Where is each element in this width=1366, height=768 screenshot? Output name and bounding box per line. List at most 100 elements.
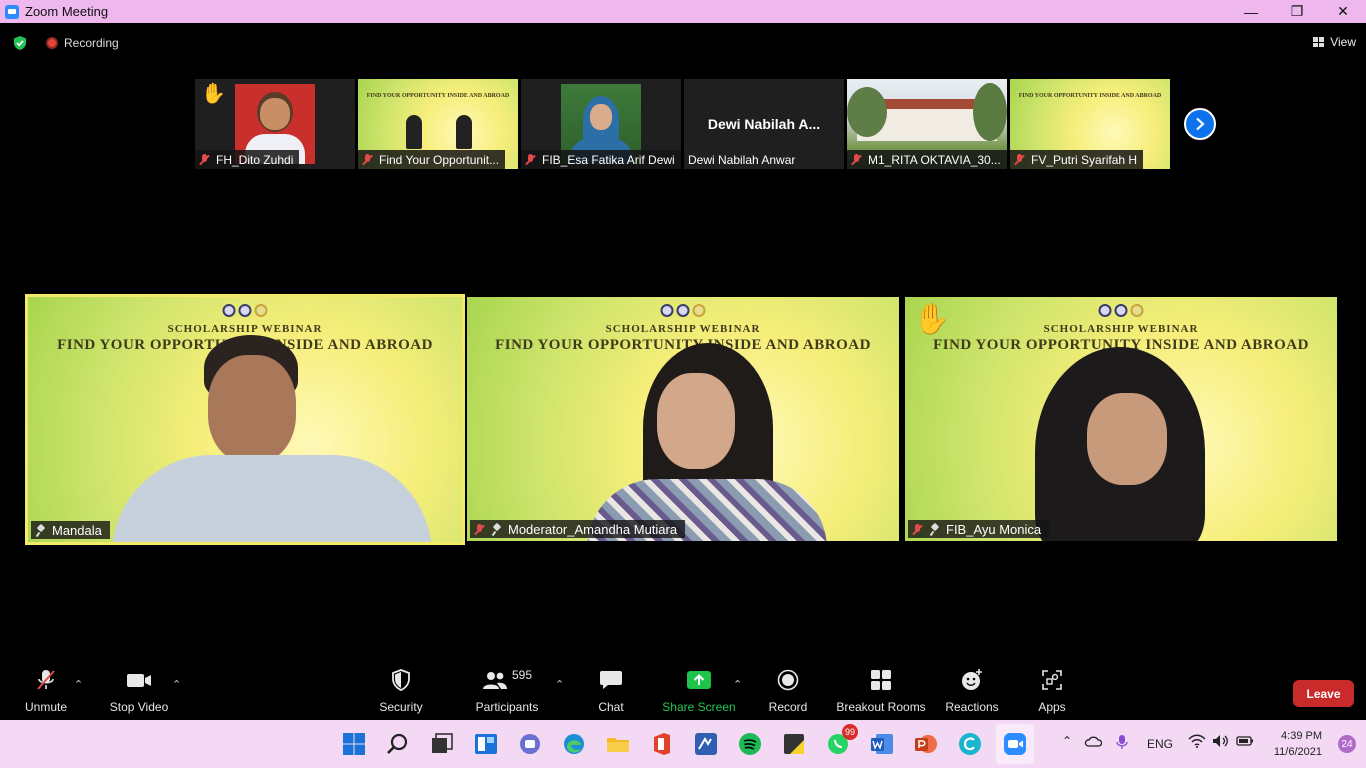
edge-browser-icon[interactable] [562, 732, 586, 756]
thumbnail-tile[interactable]: ✋ FH_Dito Zuhdi [195, 79, 355, 169]
thumbnail-label: Find Your Opportunit... [358, 150, 506, 169]
canva-icon[interactable] [958, 732, 982, 756]
onedrive-cloud-icon[interactable] [1084, 734, 1102, 748]
volume-icon[interactable] [1212, 734, 1230, 748]
office-icon[interactable] [650, 732, 674, 756]
security-button[interactable]: Security [378, 666, 424, 720]
unmute-button[interactable]: Unmute [22, 666, 70, 720]
pin-icon [929, 524, 940, 535]
pin-icon [491, 524, 502, 535]
recording-indicator[interactable]: Recording [46, 36, 119, 50]
muted-mic-icon [912, 523, 923, 535]
whatsapp-icon[interactable]: 99 [826, 724, 858, 756]
zoom-taskbar-icon[interactable] [1003, 732, 1027, 756]
meeting-top-bar: Recording View [0, 23, 1366, 63]
thumbnail-tile[interactable]: FIND YOUR OPPORTUNITY INSIDE AND ABROAD … [1010, 79, 1170, 169]
muted-mic-icon [199, 154, 210, 165]
tile-name-label: FIB_Ayu Monica [908, 520, 1050, 538]
share-screen-button[interactable]: Share Screen [662, 666, 736, 720]
thumbnail-tile[interactable]: M1_RITA OKTAVIA_30... [847, 79, 1007, 169]
participant-thumbnail-strip: ✋ FH_Dito Zuhdi FIND YOUR OPPORTUNITY IN… [195, 79, 1170, 169]
security-shield-icon [392, 669, 410, 691]
mic-muted-icon [37, 670, 55, 690]
system-clock[interactable]: 4:39 PM 11/6/2021 [1274, 728, 1322, 760]
file-explorer-icon[interactable] [606, 732, 630, 756]
thumbnail-tile[interactable]: Dewi Nabilah A... Dewi Nabilah Anwar [684, 79, 844, 169]
teams-chat-icon[interactable] [518, 732, 542, 756]
breakout-rooms-grid-icon [871, 670, 891, 690]
raised-hand-icon: ✋ [201, 83, 226, 105]
meeting-toolbar: Unmute ⌃ Stop Video ⌃ Security 595 Parti… [0, 666, 1366, 720]
banner-subtitle: SCHOLARSHIP WEBINAR [605, 323, 761, 335]
wifi-icon[interactable] [1188, 734, 1206, 748]
close-button[interactable]: ✕ [1320, 0, 1366, 23]
participants-button[interactable]: 595 Participants [475, 666, 539, 720]
windows-taskbar: 99 ⌃ ENG 4:39 PM 11/6/2021 24 [0, 720, 1366, 768]
banner-title: FIND YOUR OPPORTUNITY INSIDE AND ABROAD [1018, 93, 1162, 99]
leave-meeting-button[interactable]: Leave [1293, 680, 1354, 707]
tray-chevron-up-icon[interactable]: ⌃ [1062, 734, 1072, 748]
next-page-button[interactable] [1184, 108, 1216, 140]
spotify-icon[interactable] [738, 732, 762, 756]
app-icon[interactable] [694, 732, 718, 756]
recording-label: Recording [64, 36, 119, 50]
stop-video-button[interactable]: Stop Video [108, 666, 170, 720]
muted-mic-icon [1014, 154, 1025, 165]
banner-title: FIND YOUR OPPORTUNITY INSIDE AND ABROAD [366, 93, 510, 99]
thumbnail-label: FV_Putri Syarifah H [1010, 150, 1144, 169]
window-title-bar: Zoom Meeting — ❐ ✕ [0, 0, 1366, 23]
minimize-button[interactable]: — [1228, 0, 1274, 23]
word-icon[interactable] [870, 732, 894, 756]
smiley-plus-icon [962, 669, 982, 690]
powerpoint-icon[interactable] [914, 732, 938, 756]
breakout-rooms-button[interactable]: Breakout Rooms [836, 666, 926, 720]
banner-logos [1098, 304, 1144, 317]
notification-count-badge[interactable]: 24 [1338, 735, 1356, 753]
muted-mic-icon [474, 523, 485, 535]
chat-button[interactable]: Chat [594, 666, 628, 720]
thumbnail-label: M1_RITA OKTAVIA_30... [847, 150, 1007, 169]
thumbnail-label: FIB_Esa Fatika Arif Dewi [521, 150, 681, 169]
apps-icon [1042, 670, 1062, 690]
thumbnail-label: Dewi Nabilah Anwar [688, 152, 796, 167]
microphone-in-use-icon[interactable] [1116, 734, 1128, 750]
video-tile[interactable]: SCHOLARSHIP WEBINAR FIND YOUR OPPORTUNIT… [467, 297, 899, 541]
muted-mic-icon [851, 154, 862, 165]
avatar-name-text: Dewi Nabilah A... [707, 116, 821, 132]
video-camera-icon [127, 674, 151, 687]
record-dot-icon [46, 37, 58, 49]
banner-logos [660, 304, 706, 317]
share-options-chevron-up-icon[interactable]: ⌃ [733, 678, 742, 691]
participant-count: 595 [511, 668, 533, 682]
banner-logos [222, 304, 268, 317]
video-tile[interactable]: SCHOLARSHIP WEBINAR FIND YOUR OPPORTUNIT… [905, 297, 1337, 541]
task-view-icon[interactable] [430, 732, 454, 756]
audio-options-chevron-up-icon[interactable]: ⌃ [74, 678, 83, 691]
widgets-icon[interactable] [474, 732, 498, 756]
participants-icon [482, 672, 507, 689]
muted-mic-icon [362, 154, 373, 165]
thumbnail-tile[interactable]: FIB_Esa Fatika Arif Dewi [521, 79, 681, 169]
participants-options-chevron-up-icon[interactable]: ⌃ [555, 678, 564, 691]
sticky-notes-icon[interactable] [782, 732, 806, 756]
thumbnail-tile[interactable]: FIND YOUR OPPORTUNITY INSIDE AND ABROAD … [358, 79, 518, 169]
tile-name-label: Mandala [31, 521, 110, 539]
tile-name-label: Moderator_Amandha Mutiara [470, 520, 686, 538]
window-title: Zoom Meeting [25, 4, 109, 19]
restore-button[interactable]: ❐ [1274, 0, 1320, 23]
video-options-chevron-up-icon[interactable]: ⌃ [172, 678, 181, 691]
windows-start-icon[interactable] [342, 732, 366, 756]
chat-bubble-icon [600, 671, 622, 689]
apps-button[interactable]: Apps [1036, 666, 1068, 720]
view-button[interactable]: View [1313, 35, 1356, 49]
language-indicator[interactable]: ENG [1147, 737, 1173, 751]
battery-icon[interactable] [1236, 734, 1254, 748]
whatsapp-unread-badge: 99 [842, 724, 858, 740]
search-icon[interactable] [386, 732, 410, 756]
video-tile-active-speaker[interactable]: SCHOLARSHIP WEBINAR FIND YOUR OPPORTUNIT… [25, 294, 465, 545]
encryption-shield-icon[interactable] [12, 35, 28, 51]
grid-view-icon [1313, 37, 1325, 47]
record-button[interactable]: Record [768, 666, 808, 720]
reactions-button[interactable]: Reactions [944, 666, 1000, 720]
window-controls: — ❐ ✕ [1228, 0, 1366, 23]
